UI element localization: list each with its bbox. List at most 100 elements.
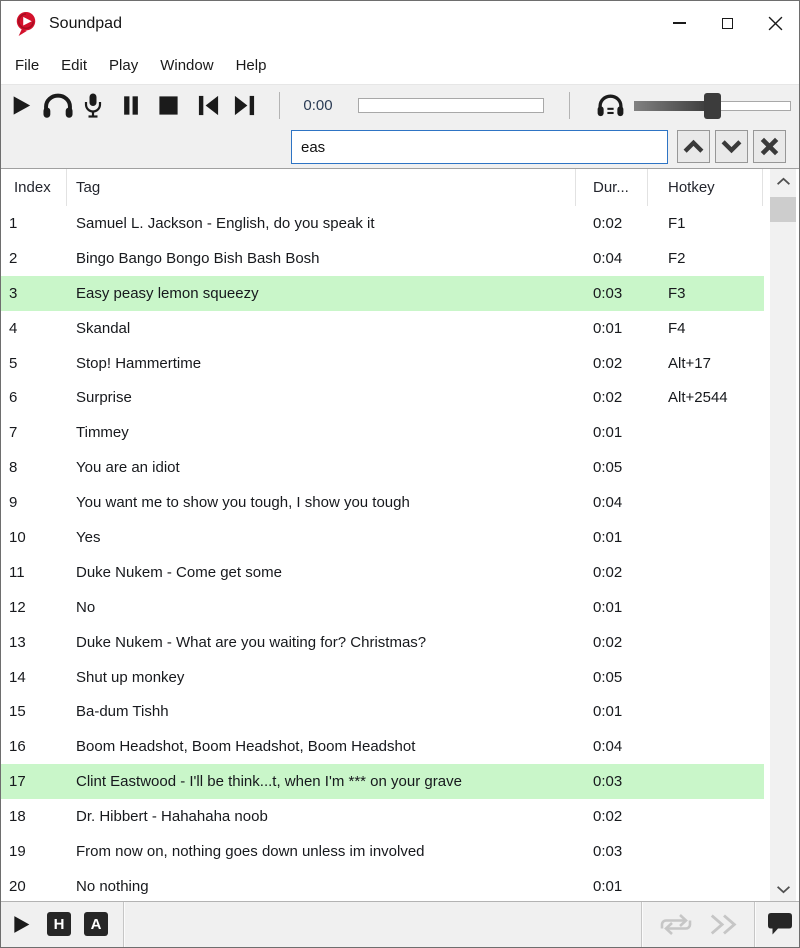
repeat-icon: [660, 914, 692, 935]
stop-button[interactable]: [151, 85, 185, 126]
titlebar: Soundpad: [1, 1, 799, 46]
row-index: 15: [9, 703, 26, 721]
row-tag: Clint Eastwood - I'll be think...t, when…: [76, 773, 462, 791]
minimize-button[interactable]: [655, 1, 703, 45]
row-duration: 0:01: [593, 424, 623, 442]
volume-slider[interactable]: [634, 93, 791, 119]
table-row[interactable]: 6 Surprise 0:02 Alt+2544: [1, 380, 764, 416]
row-tag: Surprise: [76, 389, 132, 407]
search-close-button[interactable]: [753, 130, 786, 163]
row-index: 8: [9, 459, 18, 477]
headphones-icon: [43, 93, 73, 118]
search-previous-button[interactable]: [677, 130, 710, 163]
table-row[interactable]: 18 Dr. Hibbert - Hahahaha noob 0:02: [1, 799, 764, 835]
table-row[interactable]: 19 From now on, nothing goes down unless…: [1, 834, 764, 869]
row-index: 10: [9, 528, 26, 546]
vertical-scrollbar[interactable]: [770, 169, 796, 901]
sound-list: Index Tag Dur... Hotkey 1 Samuel L. Jack…: [1, 168, 799, 901]
table-row[interactable]: 2 Bingo Bango Bongo Bish Bash Bosh 0:04 …: [1, 240, 764, 276]
row-index: 9: [9, 494, 18, 512]
table-row[interactable]: 17 Clint Eastwood - I'll be think...t, w…: [1, 764, 764, 800]
table-row[interactable]: 1 Samuel L. Jackson - English, do you sp…: [1, 206, 764, 241]
row-tag: Boom Headshot, Boom Headshot, Boom Heads…: [76, 738, 416, 756]
table-row[interactable]: 20 No nothing 0:01: [1, 868, 764, 901]
row-tag: Duke Nukem - Come get some: [76, 563, 282, 581]
repeat-button[interactable]: [653, 902, 699, 947]
fast-forward-button[interactable]: [701, 902, 747, 947]
search-bar: [1, 126, 799, 168]
autoplay-toggle[interactable]: A: [84, 912, 108, 936]
microphone-button[interactable]: [78, 85, 108, 126]
seek-bar[interactable]: [358, 98, 544, 113]
menu-window[interactable]: Window: [149, 50, 224, 81]
table-row[interactable]: 10 Yes 0:01: [1, 520, 764, 555]
row-tag: No: [76, 598, 96, 616]
menu-edit[interactable]: Edit: [50, 50, 98, 81]
pause-button[interactable]: [115, 85, 147, 126]
table-row[interactable]: 4 Skandal 0:01 F4: [1, 310, 764, 346]
statusbar-separator: [754, 902, 755, 947]
menu-file[interactable]: File: [4, 50, 50, 81]
menubar: File Edit Play Window Help: [1, 46, 799, 84]
table-row[interactable]: 14 Shut up monkey 0:05: [1, 659, 764, 695]
volume-handle[interactable]: [704, 93, 721, 119]
close-icon: [768, 16, 782, 30]
skip-previous-icon: [198, 95, 218, 116]
table-row[interactable]: 11 Duke Nukem - Come get some 0:02: [1, 554, 764, 590]
play-status-icon: [14, 916, 30, 933]
hotkeys-toggle[interactable]: H: [47, 912, 71, 936]
row-index: 11: [9, 563, 25, 581]
row-duration: 0:05: [593, 668, 623, 686]
table-row[interactable]: 9 You want me to show you tough, I show …: [1, 485, 764, 521]
menu-play[interactable]: Play: [98, 50, 149, 81]
column-header-duration[interactable]: Dur...: [576, 169, 648, 206]
row-duration: 0:01: [593, 319, 623, 337]
feedback-button[interactable]: [763, 902, 797, 947]
row-duration: 0:03: [593, 842, 623, 860]
window-title: Soundpad: [49, 14, 122, 32]
play-button[interactable]: [7, 85, 35, 126]
play-through-speakers-button[interactable]: [39, 85, 77, 126]
next-button[interactable]: [227, 85, 261, 126]
play-icon: [13, 96, 31, 115]
scroll-down-icon: [776, 885, 790, 893]
row-tag: You want me to show you tough, I show yo…: [76, 494, 410, 512]
maximize-button[interactable]: [703, 1, 751, 45]
row-tag: Shut up monkey: [76, 668, 185, 686]
minimize-icon: [672, 22, 686, 24]
scroll-down-button[interactable]: [770, 877, 796, 901]
app-logo-icon: [14, 11, 38, 37]
table-row[interactable]: 12 No 0:01: [1, 589, 764, 625]
table-row[interactable]: 15 Ba-dum Tishh 0:01: [1, 694, 764, 730]
row-duration: 0:02: [593, 808, 623, 826]
table-row[interactable]: 7 Timmey 0:01: [1, 415, 764, 451]
search-next-button[interactable]: [715, 130, 748, 163]
row-index: 1: [9, 214, 18, 232]
listen-toggle-button[interactable]: [590, 85, 630, 126]
toolbar: 0:00: [1, 84, 799, 126]
scrollbar-thumb[interactable]: [770, 197, 796, 222]
column-header-tag[interactable]: Tag: [67, 169, 576, 206]
scroll-up-button[interactable]: [770, 169, 796, 193]
row-index: 7: [9, 424, 18, 442]
column-header-index[interactable]: Index: [1, 169, 67, 206]
table-row[interactable]: 13 Duke Nukem - What are you waiting for…: [1, 624, 764, 660]
previous-button[interactable]: [191, 85, 225, 126]
column-header-hotkey[interactable]: Hotkey: [648, 169, 763, 206]
row-tag: Easy peasy lemon squeezy: [76, 284, 259, 302]
row-duration: 0:04: [593, 249, 623, 267]
playback-time: 0:00: [303, 97, 333, 114]
table-row[interactable]: 16 Boom Headshot, Boom Headshot, Boom He…: [1, 729, 764, 765]
search-input[interactable]: [291, 130, 668, 164]
statusbar-separator: [123, 902, 124, 947]
row-tag: Stop! Hammertime: [76, 354, 202, 372]
menu-help[interactable]: Help: [225, 50, 278, 81]
row-tag: Timmey: [76, 424, 129, 442]
statusbar-separator: [641, 902, 642, 947]
table-row[interactable]: 5 Stop! Hammertime 0:02 Alt+17: [1, 345, 764, 381]
close-button[interactable]: [751, 1, 799, 45]
row-index: 14: [9, 668, 26, 686]
table-row[interactable]: 8 You are an idiot 0:05: [1, 450, 764, 486]
window-controls: [655, 1, 799, 45]
table-row[interactable]: 3 Easy peasy lemon squeezy 0:03 F3: [1, 275, 764, 311]
